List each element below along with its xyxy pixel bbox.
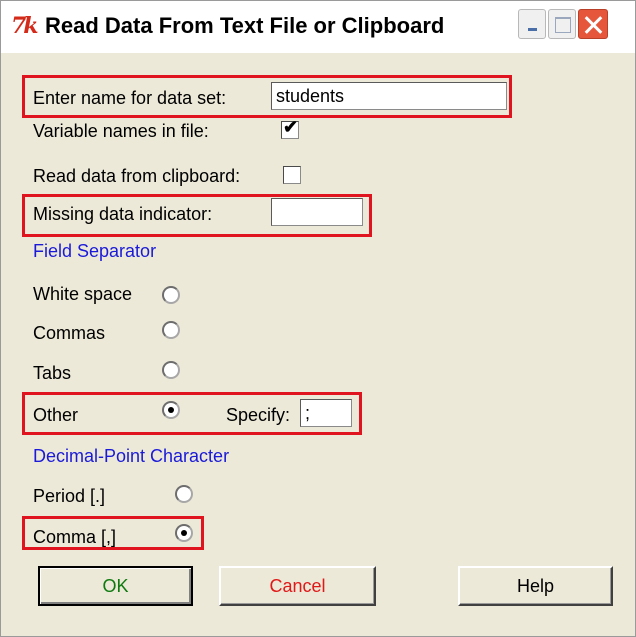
highlight-box-missing-data <box>22 194 372 237</box>
variable-names-checkbox[interactable]: ✔ <box>281 117 299 139</box>
cancel-button[interactable]: Cancel <box>219 566 376 606</box>
highlight-box-dataset-name <box>22 75 512 118</box>
close-button[interactable] <box>578 9 608 39</box>
period-radio[interactable] <box>175 485 193 503</box>
period-label: Period [.] <box>33 486 106 506</box>
field-separator-heading: Field Separator <box>33 241 157 261</box>
dialog-window: 7k Read Data From Text File or Clipboard… <box>0 0 636 637</box>
variable-names-label: Variable names in file: <box>33 121 209 141</box>
help-button[interactable]: Help <box>458 566 613 606</box>
white-space-label: White space <box>33 284 133 304</box>
tabs-label: Tabs <box>33 363 72 383</box>
tk-feather-icon: 7k <box>11 13 39 39</box>
ok-button[interactable]: OK <box>38 566 193 606</box>
white-space-radio[interactable] <box>162 286 180 304</box>
window-title: Read Data From Text File or Clipboard <box>45 13 445 38</box>
commas-label: Commas <box>33 323 106 343</box>
tabs-radio[interactable] <box>162 361 180 379</box>
title-bar[interactable]: 7k Read Data From Text File or Clipboard <box>1 1 635 53</box>
commas-radio[interactable] <box>162 321 180 339</box>
clipboard-checkbox[interactable] <box>283 166 301 184</box>
highlight-box-other-separator <box>22 392 362 435</box>
clipboard-label: Read data from clipboard: <box>33 166 241 186</box>
highlight-box-comma-decimal <box>22 516 204 550</box>
checkmark-icon: ✔ <box>283 117 299 137</box>
decimal-heading: Decimal-Point Character <box>33 446 230 466</box>
maximize-button[interactable] <box>548 9 576 39</box>
minimize-button[interactable] <box>518 9 546 39</box>
